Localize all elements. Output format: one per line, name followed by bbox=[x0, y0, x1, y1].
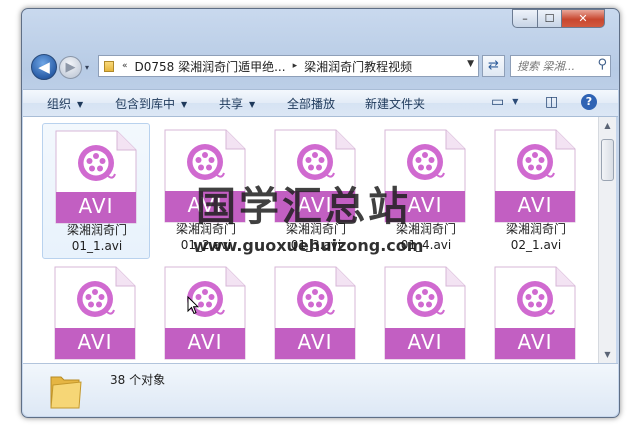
breadcrumb-separator-icon[interactable]: ▸ bbox=[289, 61, 302, 71]
chevron-down-icon: ▼ bbox=[181, 100, 188, 109]
scroll-up-icon[interactable]: ▲ bbox=[599, 117, 616, 134]
breadcrumb-current[interactable]: 梁湘润奇门教程视频 bbox=[301, 58, 415, 75]
file-item[interactable]: AVI bbox=[42, 260, 150, 363]
file-name-line-2: 01_1.avi bbox=[71, 239, 123, 253]
back-button[interactable]: ◀ bbox=[31, 54, 57, 80]
search-box[interactable]: ⚲ bbox=[510, 55, 611, 77]
play-all-button[interactable]: 全部播放 bbox=[287, 95, 335, 112]
file-name-line-2: 02_1.avi bbox=[510, 238, 562, 252]
view-options-button[interactable]: ▭ ▼ bbox=[491, 94, 518, 110]
search-icon[interactable]: ⚲ bbox=[597, 57, 607, 72]
organize-menu[interactable]: 组织 ▼ bbox=[47, 95, 83, 112]
refresh-icon: ⇄ bbox=[488, 58, 499, 73]
file-item[interactable]: AVI bbox=[152, 260, 260, 363]
minimize-button[interactable]: – bbox=[512, 9, 538, 28]
avi-file-icon: AVI bbox=[54, 266, 136, 360]
share-label: 共享 bbox=[219, 97, 244, 111]
breadcrumb-overflow[interactable]: « bbox=[118, 61, 132, 71]
organize-label: 组织 bbox=[47, 97, 72, 111]
new-folder-button[interactable]: 新建文件夹 bbox=[365, 95, 425, 112]
file-type-badge: AVI bbox=[77, 330, 113, 354]
breadcrumb-parent[interactable]: D0758 梁湘润奇门遁甲绝... bbox=[132, 58, 289, 75]
avi-file-icon: AVI bbox=[494, 266, 576, 360]
file-name-line-1: 梁湘润奇门 bbox=[66, 223, 127, 237]
forward-arrow-icon: ▶ bbox=[65, 60, 76, 75]
file-type-badge: AVI bbox=[407, 330, 443, 354]
avi-file-icon: AVI bbox=[164, 266, 246, 360]
vertical-scrollbar[interactable]: ▲ ▼ bbox=[598, 117, 616, 363]
help-icon: ? bbox=[581, 94, 597, 110]
preview-pane-icon: ◫ bbox=[545, 94, 559, 110]
item-count: 38 个对象 bbox=[110, 373, 166, 387]
scroll-down-icon[interactable]: ▼ bbox=[599, 346, 616, 363]
chevron-down-icon: ▼ bbox=[249, 100, 256, 109]
folder-icon bbox=[50, 376, 82, 409]
command-bar: 组织 ▼ 包含到库中 ▼ 共享 ▼ 全部播放 新建文件夹 ▭ ▼ ◫ ? bbox=[23, 89, 618, 117]
watermark-title: 国学汇总站 bbox=[196, 183, 411, 230]
file-name: 梁湘润奇门 02_1.avi bbox=[482, 221, 590, 253]
avi-file-icon: AVI bbox=[494, 129, 576, 223]
avi-file-icon: AVI bbox=[55, 130, 137, 224]
share-menu[interactable]: 共享 ▼ bbox=[219, 95, 255, 112]
close-button[interactable]: ✕ bbox=[561, 9, 605, 28]
file-type-badge: AVI bbox=[297, 330, 333, 354]
include-in-library-label: 包含到库中 bbox=[115, 97, 176, 111]
file-type-badge: AVI bbox=[187, 330, 223, 354]
back-arrow-icon: ◀ bbox=[38, 58, 50, 76]
avi-file-icon: AVI bbox=[274, 266, 356, 360]
file-item[interactable]: AVI bbox=[482, 260, 590, 363]
file-item[interactable]: AVI 梁湘润奇门 01_1.avi bbox=[42, 123, 150, 259]
file-type-badge: AVI bbox=[78, 194, 114, 218]
preview-pane-button[interactable]: ◫ bbox=[545, 94, 558, 110]
refresh-button[interactable]: ⇄ bbox=[482, 55, 505, 77]
file-type-badge: AVI bbox=[517, 330, 553, 354]
search-input[interactable] bbox=[511, 56, 593, 75]
help-button[interactable]: ? bbox=[581, 93, 597, 110]
avi-file-icon: AVI bbox=[384, 266, 466, 360]
mouse-cursor-icon bbox=[187, 296, 199, 315]
recent-pages-dropdown[interactable]: ▾ bbox=[85, 63, 89, 72]
file-type-badge: AVI bbox=[517, 193, 553, 217]
folder-icon bbox=[104, 60, 114, 72]
file-name-line-1: 梁湘润奇门 bbox=[505, 222, 566, 236]
file-name: 梁湘润奇门 01_1.avi bbox=[43, 222, 151, 254]
watermark-url: www.guoxuehuizong.com bbox=[193, 236, 424, 255]
address-bar[interactable]: « D0758 梁湘润奇门遁甲绝... ▸ 梁湘润奇门教程视频 ▼ bbox=[98, 55, 479, 77]
address-dropdown-icon[interactable]: ▼ bbox=[467, 59, 474, 69]
scrollbar-thumb[interactable] bbox=[601, 139, 614, 181]
view-icon: ▭ bbox=[491, 94, 505, 110]
file-item[interactable]: AVI bbox=[372, 260, 480, 363]
chevron-down-icon: ▼ bbox=[77, 100, 84, 109]
forward-button[interactable]: ▶ bbox=[59, 56, 82, 79]
details-pane: 38 个对象 bbox=[23, 363, 618, 416]
maximize-button[interactable]: ☐ bbox=[537, 9, 562, 28]
file-item[interactable]: AVI bbox=[262, 260, 370, 363]
include-in-library-menu[interactable]: 包含到库中 ▼ bbox=[115, 95, 187, 112]
chevron-down-icon: ▼ bbox=[512, 97, 519, 106]
file-item[interactable]: AVI 梁湘润奇门 02_1.avi bbox=[482, 123, 590, 259]
